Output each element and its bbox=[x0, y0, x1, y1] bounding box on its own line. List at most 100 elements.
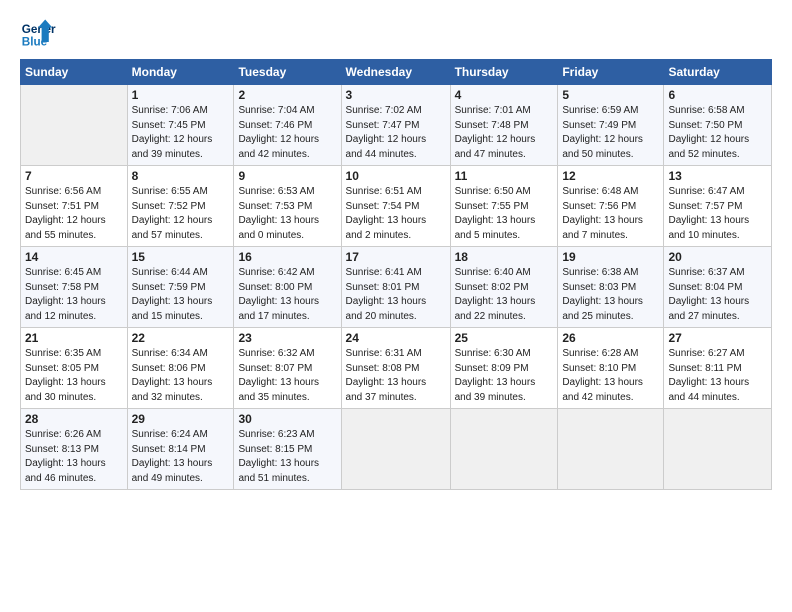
calendar-cell: 9 Sunrise: 6:53 AM Sunset: 7:53 PM Daylig… bbox=[234, 166, 341, 247]
calendar-cell bbox=[558, 409, 664, 490]
day-info: Sunrise: 6:37 AM Sunset: 8:04 PM Dayligh… bbox=[668, 266, 767, 324]
day-info: Sunrise: 6:59 AM Sunset: 7:49 PM Dayligh… bbox=[562, 104, 659, 162]
day-number: 12 bbox=[562, 169, 659, 183]
calendar-row-1: 1Sunrise: 7:06 AM Sunset: 7:45 PM Daylig… bbox=[21, 85, 772, 166]
logo-icon: General Blue bbox=[20, 15, 56, 51]
day-info: Sunrise: 6:56 AM Sunset: 7:51 PM Dayligh… bbox=[25, 185, 123, 243]
calendar-cell: 14 Sunrise: 6:45 AM Sunset: 7:58 PM Dayli… bbox=[21, 247, 128, 328]
day-number: 29 bbox=[132, 412, 230, 426]
calendar-cell: 23 Sunrise: 6:32 AM Sunset: 8:07 PM Dayli… bbox=[234, 328, 341, 409]
day-info: Sunrise: 6:34 AM Sunset: 8:06 PM Dayligh… bbox=[132, 347, 230, 405]
col-header-sunday: Sunday bbox=[21, 60, 128, 85]
day-info: Sunrise: 7:01 AM Sunset: 7:48 PM Dayligh… bbox=[455, 104, 554, 162]
calendar-row-3: 14 Sunrise: 6:45 AM Sunset: 7:58 PM Dayli… bbox=[21, 247, 772, 328]
day-number: 14 bbox=[25, 250, 123, 264]
calendar-cell: 7 Sunrise: 6:56 AM Sunset: 7:51 PM Daylig… bbox=[21, 166, 128, 247]
calendar-row-5: 28 Sunrise: 6:26 AM Sunset: 8:13 PM Dayli… bbox=[21, 409, 772, 490]
calendar-cell bbox=[21, 85, 128, 166]
day-info: Sunrise: 6:28 AM Sunset: 8:10 PM Dayligh… bbox=[562, 347, 659, 405]
day-info: Sunrise: 6:35 AM Sunset: 8:05 PM Dayligh… bbox=[25, 347, 123, 405]
col-header-monday: Monday bbox=[127, 60, 234, 85]
page-header: General Blue bbox=[20, 15, 772, 51]
day-number: 17 bbox=[346, 250, 446, 264]
day-info: Sunrise: 6:32 AM Sunset: 8:07 PM Dayligh… bbox=[238, 347, 336, 405]
day-info: Sunrise: 6:41 AM Sunset: 8:01 PM Dayligh… bbox=[346, 266, 446, 324]
calendar-cell: 24Sunrise: 6:31 AM Sunset: 8:08 PM Dayli… bbox=[341, 328, 450, 409]
day-number: 9 bbox=[238, 169, 336, 183]
day-number: 30 bbox=[238, 412, 336, 426]
day-info: Sunrise: 6:30 AM Sunset: 8:09 PM Dayligh… bbox=[455, 347, 554, 405]
day-info: Sunrise: 6:55 AM Sunset: 7:52 PM Dayligh… bbox=[132, 185, 230, 243]
calendar-cell: 3 Sunrise: 7:02 AM Sunset: 7:47 PM Daylig… bbox=[341, 85, 450, 166]
day-number: 2 bbox=[238, 88, 336, 102]
calendar-cell: 10Sunrise: 6:51 AM Sunset: 7:54 PM Dayli… bbox=[341, 166, 450, 247]
calendar-cell: 5 Sunrise: 6:59 AM Sunset: 7:49 PM Daylig… bbox=[558, 85, 664, 166]
day-info: Sunrise: 6:44 AM Sunset: 7:59 PM Dayligh… bbox=[132, 266, 230, 324]
day-number: 11 bbox=[455, 169, 554, 183]
day-info: Sunrise: 6:53 AM Sunset: 7:53 PM Dayligh… bbox=[238, 185, 336, 243]
day-number: 13 bbox=[668, 169, 767, 183]
day-info: Sunrise: 6:47 AM Sunset: 7:57 PM Dayligh… bbox=[668, 185, 767, 243]
day-number: 24 bbox=[346, 331, 446, 345]
calendar-cell: 11 Sunrise: 6:50 AM Sunset: 7:55 PM Dayli… bbox=[450, 166, 558, 247]
day-number: 19 bbox=[562, 250, 659, 264]
calendar-cell: 6 Sunrise: 6:58 AM Sunset: 7:50 PM Daylig… bbox=[664, 85, 772, 166]
day-number: 4 bbox=[455, 88, 554, 102]
day-number: 3 bbox=[346, 88, 446, 102]
calendar-row-2: 7 Sunrise: 6:56 AM Sunset: 7:51 PM Daylig… bbox=[21, 166, 772, 247]
day-number: 28 bbox=[25, 412, 123, 426]
day-number: 7 bbox=[25, 169, 123, 183]
calendar-cell: 1Sunrise: 7:06 AM Sunset: 7:45 PM Daylig… bbox=[127, 85, 234, 166]
day-number: 25 bbox=[455, 331, 554, 345]
day-info: Sunrise: 6:38 AM Sunset: 8:03 PM Dayligh… bbox=[562, 266, 659, 324]
day-info: Sunrise: 7:06 AM Sunset: 7:45 PM Dayligh… bbox=[132, 104, 230, 162]
calendar-cell: 28 Sunrise: 6:26 AM Sunset: 8:13 PM Dayli… bbox=[21, 409, 128, 490]
calendar-cell: 25 Sunrise: 6:30 AM Sunset: 8:09 PM Dayli… bbox=[450, 328, 558, 409]
calendar-cell: 26 Sunrise: 6:28 AM Sunset: 8:10 PM Dayli… bbox=[558, 328, 664, 409]
calendar-cell: 20 Sunrise: 6:37 AM Sunset: 8:04 PM Dayli… bbox=[664, 247, 772, 328]
calendar-cell: 4 Sunrise: 7:01 AM Sunset: 7:48 PM Daylig… bbox=[450, 85, 558, 166]
day-info: Sunrise: 6:42 AM Sunset: 8:00 PM Dayligh… bbox=[238, 266, 336, 324]
day-info: Sunrise: 6:27 AM Sunset: 8:11 PM Dayligh… bbox=[668, 347, 767, 405]
col-header-wednesday: Wednesday bbox=[341, 60, 450, 85]
calendar-cell bbox=[450, 409, 558, 490]
calendar-cell: 8 Sunrise: 6:55 AM Sunset: 7:52 PM Daylig… bbox=[127, 166, 234, 247]
day-info: Sunrise: 6:48 AM Sunset: 7:56 PM Dayligh… bbox=[562, 185, 659, 243]
calendar-cell: 13 Sunrise: 6:47 AM Sunset: 7:57 PM Dayli… bbox=[664, 166, 772, 247]
calendar-cell: 12 Sunrise: 6:48 AM Sunset: 7:56 PM Dayli… bbox=[558, 166, 664, 247]
calendar-cell: 19 Sunrise: 6:38 AM Sunset: 8:03 PM Dayli… bbox=[558, 247, 664, 328]
calendar-cell: 16 Sunrise: 6:42 AM Sunset: 8:00 PM Dayli… bbox=[234, 247, 341, 328]
day-number: 6 bbox=[668, 88, 767, 102]
day-info: Sunrise: 6:50 AM Sunset: 7:55 PM Dayligh… bbox=[455, 185, 554, 243]
day-number: 27 bbox=[668, 331, 767, 345]
logo: General Blue bbox=[20, 15, 56, 51]
day-info: Sunrise: 6:40 AM Sunset: 8:02 PM Dayligh… bbox=[455, 266, 554, 324]
calendar-cell: 22Sunrise: 6:34 AM Sunset: 8:06 PM Dayli… bbox=[127, 328, 234, 409]
calendar-cell: 17 Sunrise: 6:41 AM Sunset: 8:01 PM Dayli… bbox=[341, 247, 450, 328]
col-header-thursday: Thursday bbox=[450, 60, 558, 85]
day-number: 16 bbox=[238, 250, 336, 264]
calendar-cell: 2 Sunrise: 7:04 AM Sunset: 7:46 PM Daylig… bbox=[234, 85, 341, 166]
day-number: 20 bbox=[668, 250, 767, 264]
day-info: Sunrise: 6:26 AM Sunset: 8:13 PM Dayligh… bbox=[25, 428, 123, 486]
calendar-table: SundayMondayTuesdayWednesdayThursdayFrid… bbox=[20, 59, 772, 490]
day-info: Sunrise: 6:24 AM Sunset: 8:14 PM Dayligh… bbox=[132, 428, 230, 486]
calendar-cell: 15Sunrise: 6:44 AM Sunset: 7:59 PM Dayli… bbox=[127, 247, 234, 328]
calendar-cell: 18 Sunrise: 6:40 AM Sunset: 8:02 PM Dayli… bbox=[450, 247, 558, 328]
day-info: Sunrise: 6:23 AM Sunset: 8:15 PM Dayligh… bbox=[238, 428, 336, 486]
calendar-cell: 30 Sunrise: 6:23 AM Sunset: 8:15 PM Dayli… bbox=[234, 409, 341, 490]
day-number: 21 bbox=[25, 331, 123, 345]
col-header-tuesday: Tuesday bbox=[234, 60, 341, 85]
day-info: Sunrise: 6:58 AM Sunset: 7:50 PM Dayligh… bbox=[668, 104, 767, 162]
day-number: 18 bbox=[455, 250, 554, 264]
calendar-row-4: 21 Sunrise: 6:35 AM Sunset: 8:05 PM Dayli… bbox=[21, 328, 772, 409]
day-info: Sunrise: 7:02 AM Sunset: 7:47 PM Dayligh… bbox=[346, 104, 446, 162]
day-info: Sunrise: 6:51 AM Sunset: 7:54 PM Dayligh… bbox=[346, 185, 446, 243]
col-header-friday: Friday bbox=[558, 60, 664, 85]
day-info: Sunrise: 7:04 AM Sunset: 7:46 PM Dayligh… bbox=[238, 104, 336, 162]
day-number: 8 bbox=[132, 169, 230, 183]
day-number: 5 bbox=[562, 88, 659, 102]
day-number: 23 bbox=[238, 331, 336, 345]
day-info: Sunrise: 6:45 AM Sunset: 7:58 PM Dayligh… bbox=[25, 266, 123, 324]
day-number: 26 bbox=[562, 331, 659, 345]
